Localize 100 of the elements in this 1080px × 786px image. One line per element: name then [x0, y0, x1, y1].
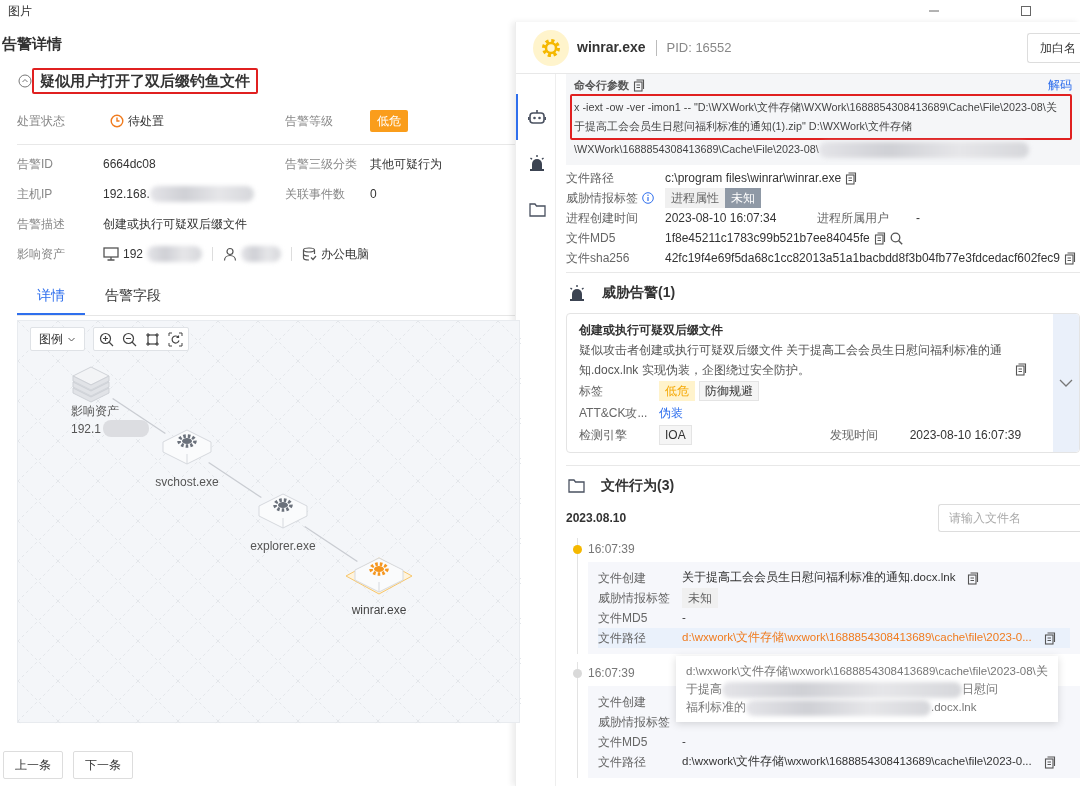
section-title: 威胁告警(1) — [602, 283, 676, 302]
event-time: 16:07:39 — [588, 666, 635, 680]
tab[interactable]: 详情 — [17, 279, 85, 315]
monitor-icon — [103, 247, 119, 261]
alarm-light-icon — [568, 283, 586, 302]
field-label: 告警ID — [17, 156, 54, 173]
field-value: 其他可疑行为 — [370, 156, 442, 173]
copy-icon[interactable] — [1064, 251, 1076, 265]
field-label: 威胁情报标签 — [598, 590, 671, 607]
field-label: 文件sha256 — [566, 250, 631, 267]
process-node-icon[interactable] — [258, 493, 308, 529]
field-label: 影响资产 — [17, 246, 66, 263]
field-label: 文件路径 — [598, 630, 647, 647]
field-value: 192.168. — [103, 186, 150, 203]
gear-icon — [533, 29, 569, 66]
tag: 防御规避 — [699, 381, 759, 401]
asset-value: 192 — [123, 246, 144, 263]
search-icon[interactable] — [889, 231, 903, 245]
tag: 进程属性 — [665, 188, 725, 208]
copy-icon[interactable] — [1015, 363, 1027, 376]
copy-icon[interactable] — [967, 571, 980, 585]
maximize-icon[interactable] — [1020, 5, 1032, 17]
field-value: 2023-08-10 16:07:39 — [909, 427, 1022, 444]
collapse-icon[interactable] — [18, 74, 32, 88]
event-time: 16:07:39 — [588, 542, 635, 556]
fit-view-icon[interactable] — [145, 331, 160, 347]
blurred-region — [103, 420, 149, 437]
field-value: c:\program files\winrar\winrar.exe — [665, 170, 842, 187]
field-label: 文件路径 — [566, 170, 615, 187]
field-value: 关于提高工会会员生日慰问福利标准的通知.docx.lnk — [682, 570, 956, 586]
field-label: 进程创建时间 — [566, 210, 639, 227]
robot-icon — [528, 109, 546, 125]
section-label: 命令行参数 — [574, 77, 629, 93]
tooltip-text: 日慰问 — [962, 683, 998, 695]
node-label: explorer.exe — [250, 539, 316, 553]
tag: 低危 — [659, 381, 695, 401]
field-label: 进程所属用户 — [817, 210, 890, 227]
database-icon — [302, 246, 318, 262]
node-label: 192.1 — [71, 422, 102, 436]
command-text: x -iext -ow -ver -imon1 -- "D:\WXWork\文件存储\WXWork\1688854308413689\Cache\File\2023-08\关 — [574, 101, 1057, 113]
asset-value: 办公电脑 — [321, 246, 370, 263]
field-value: 42fc19f4e69f5da68c1cc82013a51a1bacbdd8f3b04fb77e3fdcedacf602fec9 — [665, 250, 1060, 267]
pager-button[interactable]: 下一条 — [73, 751, 133, 779]
process-name: winrar.exe — [577, 38, 646, 57]
severity-badge: 低危 — [370, 110, 408, 132]
search-field[interactable]: 请输入文件名 — [938, 504, 1080, 532]
copy-icon[interactable] — [873, 231, 886, 245]
field-label: 文件创建 — [598, 694, 647, 711]
info-icon[interactable] — [642, 192, 654, 204]
field-label: 文件路径 — [598, 754, 647, 771]
tab[interactable]: 告警字段 — [85, 279, 181, 315]
whitelist-button[interactable]: 加白名 — [1027, 32, 1080, 63]
user-icon — [223, 247, 238, 261]
chevron-icon — [1059, 378, 1073, 388]
pager-button[interactable]: 上一条 — [3, 751, 63, 779]
zoom-out-icon[interactable] — [122, 331, 137, 347]
field-label: 文件MD5 — [566, 230, 617, 247]
field-value: 6664dc08 — [103, 156, 156, 173]
folder-icon — [528, 201, 546, 217]
field-value: 创建或执行可疑双后缀文件 — [103, 216, 247, 233]
tag: 未知 — [725, 188, 761, 208]
field-value: - — [916, 210, 920, 227]
copy-icon[interactable] — [845, 171, 858, 185]
tooltip-text: .docx.lnk — [931, 701, 977, 713]
copy-icon[interactable] — [633, 78, 645, 92]
node-label: winrar.exe — [351, 603, 407, 617]
node-label: 影响资产 — [71, 404, 119, 418]
node-label: svchost.exe — [155, 475, 219, 489]
field-label: 威胁情报标签 — [566, 190, 638, 207]
folder-icon — [568, 478, 585, 493]
zoom-in-icon[interactable] — [99, 331, 114, 347]
process-node-icon[interactable] — [162, 429, 212, 465]
decode-link[interactable]: 解码 — [1048, 76, 1072, 94]
field-value: - — [682, 610, 686, 626]
field-label: 处置状态 — [17, 113, 66, 130]
alert-description: 疑似攻击者创建或执行可疑双后缀文件 关于提高工会会员生日慰问福利标准的通知.docx.lnk 实现伪装，企图绕过安全防护。 — [579, 342, 1004, 379]
legend-dropdown[interactable]: 图例 — [30, 327, 85, 351]
alarm-light-icon — [528, 154, 546, 172]
field-label: 关联事件数 — [285, 186, 346, 203]
field-label: 标签 — [579, 383, 604, 400]
field-label: 发现时间 — [829, 427, 879, 444]
clock-icon — [110, 114, 124, 128]
field-label: 检测引擎 — [579, 427, 628, 444]
field-label: ATT&CK攻... — [579, 405, 649, 422]
date-heading: 2023.08.10 — [566, 510, 627, 527]
field-value: 0 — [370, 186, 377, 203]
process-node-icon[interactable] — [345, 557, 413, 595]
copy-icon[interactable] — [1043, 631, 1056, 645]
field-label: 文件MD5 — [598, 734, 649, 751]
status-value: 待处置 — [128, 113, 164, 130]
process-id: PID: 16552 — [666, 38, 732, 57]
tag: IOA — [659, 425, 692, 445]
tooltip-text: 于提高 — [686, 683, 722, 695]
copy-icon[interactable] — [1043, 755, 1056, 769]
field-label: 告警描述 — [17, 216, 66, 233]
alert-title: 疑似用户打开了双后缀钓鱼文件 — [32, 68, 258, 94]
field-value: d:\wxwork\文件存储\wxwork\1688854308413689\cache\file\2023-0... — [682, 754, 1032, 770]
tactic-link[interactable]: 伪装 — [659, 404, 683, 422]
reset-view-icon[interactable] — [168, 331, 183, 347]
field-label: 告警等级 — [285, 113, 334, 130]
